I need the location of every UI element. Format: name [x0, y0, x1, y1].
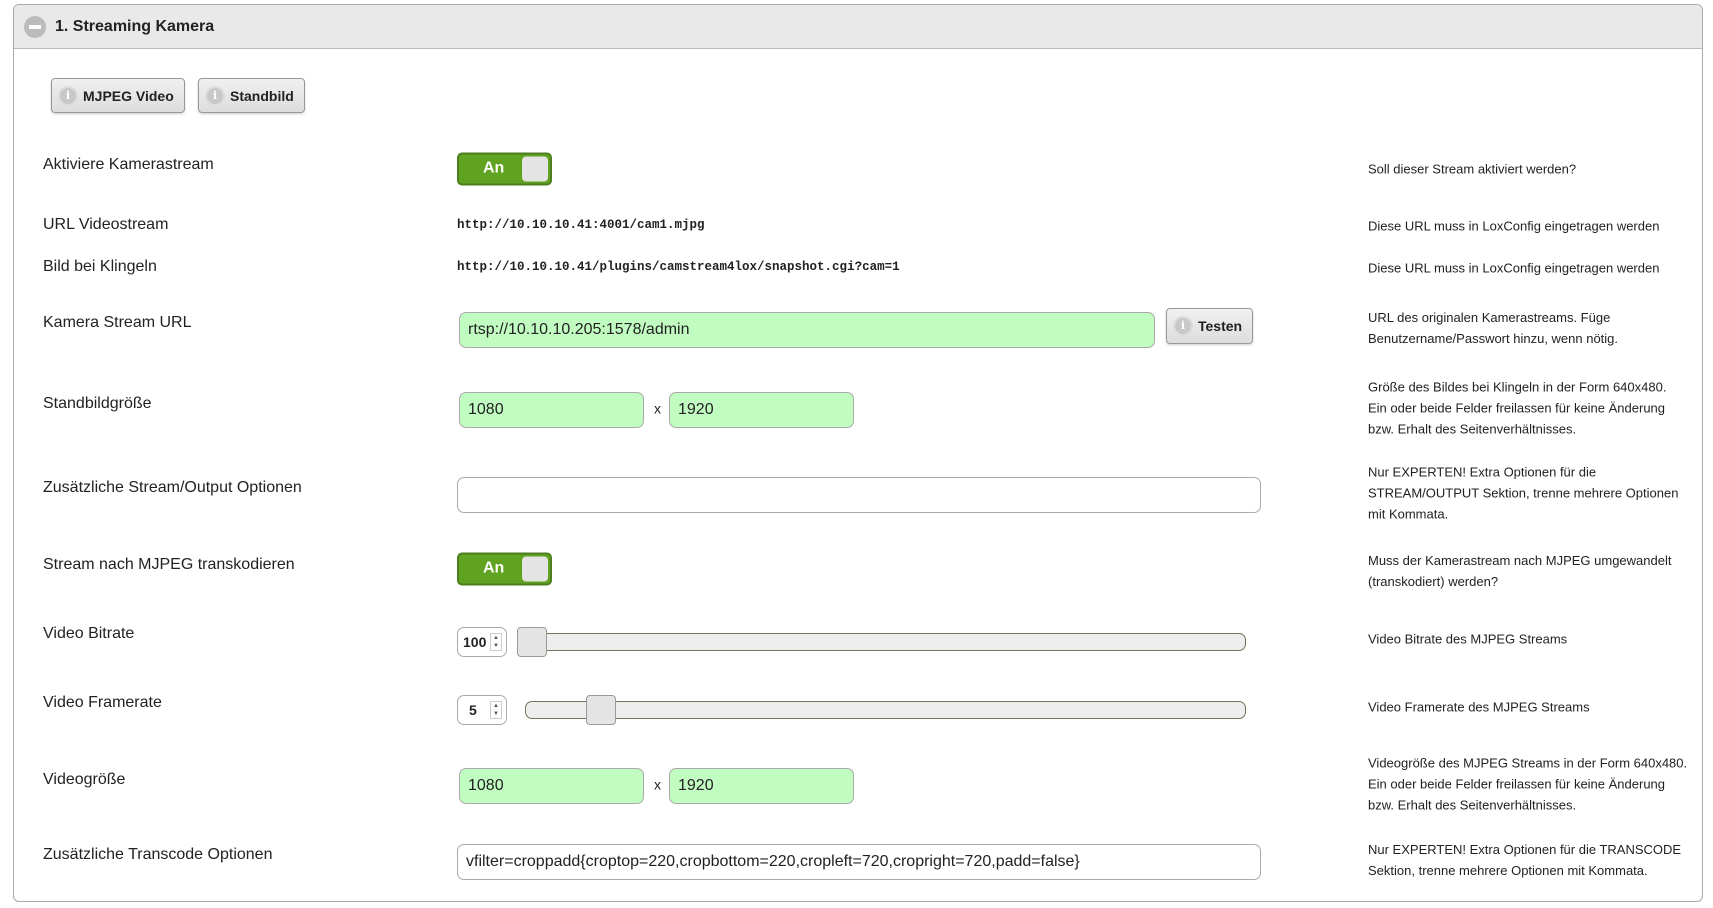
help-stream-opts: Nur EXPERTEN! Extra Optionen für die STR…: [1368, 464, 1679, 522]
activate-toggle[interactable]: An: [457, 152, 552, 186]
info-icon: i: [205, 85, 225, 106]
spinner-icon[interactable]: ▲ ▼: [490, 633, 502, 651]
standbild-button[interactable]: i Standbild: [198, 78, 305, 113]
label-cam-url: Kamera Stream URL: [43, 314, 192, 331]
size-separator: x: [654, 400, 661, 417]
label-video-size: Videogröße: [43, 771, 126, 788]
label-framerate: Video Framerate: [43, 694, 162, 711]
video-height-input[interactable]: 1920: [669, 768, 854, 804]
help-still-size: Größe des Bildes bei Klingeln in der For…: [1368, 379, 1667, 437]
testen-button[interactable]: i Testen: [1166, 308, 1254, 344]
info-icon: i: [1173, 316, 1193, 336]
bitrate-value: 100: [463, 634, 487, 650]
framerate-slider[interactable]: [525, 695, 1246, 725]
toggle-knob: [522, 556, 548, 582]
help-video-size: Videogröße des MJPEG Streams in der Form…: [1368, 755, 1688, 813]
slider-handle[interactable]: [586, 695, 616, 725]
still-height-input[interactable]: 1920: [669, 392, 854, 428]
toggle-knob: [522, 156, 548, 182]
video-width-input[interactable]: 1080: [459, 768, 644, 804]
help-bell: Diese URL muss in LoxConfig eingetragen …: [1368, 260, 1660, 276]
bell-url-value: http://10.10.10.41/plugins/camstream4lox…: [457, 260, 900, 274]
transcode-options-input[interactable]: vfilter=croppadd{croptop=220,cropbottom=…: [457, 844, 1261, 880]
label-bell: Bild bei Klingeln: [43, 258, 157, 275]
framerate-number-input[interactable]: 5 ▲ ▼: [457, 695, 507, 725]
panel-header[interactable]: 1. Streaming Kamera: [14, 5, 1702, 49]
label-url-video: URL Videostream: [43, 216, 169, 233]
toggle-label: An: [483, 159, 505, 177]
help-framerate: Video Framerate des MJPEG Streams: [1368, 699, 1590, 715]
help-activate: Soll dieser Stream aktiviert werden?: [1368, 161, 1577, 177]
stream-options-input[interactable]: [457, 477, 1261, 513]
label-activate: Aktiviere Kamerastream: [43, 156, 214, 173]
button-label: Standbild: [230, 87, 294, 104]
help-bitrate: Video Bitrate des MJPEG Streams: [1368, 631, 1568, 647]
transcode-toggle[interactable]: An: [457, 552, 552, 586]
still-width-input[interactable]: 1080: [459, 392, 644, 428]
info-icon: i: [58, 85, 78, 106]
section-title: 1. Streaming Kamera: [55, 18, 215, 35]
label-still-size: Standbildgröße: [43, 395, 152, 412]
help-cam-url: URL des originalen Kamerastreams. Füge B…: [1368, 310, 1619, 346]
streaming-camera-panel: 1. Streaming Kamera i MJPEG Video i Standb…: [13, 4, 1703, 902]
url-video-value: http://10.10.10.41:4001/cam1.mjpg: [457, 218, 705, 232]
mjpeg-video-button[interactable]: i MJPEG Video: [51, 78, 185, 113]
framerate-value: 5: [469, 702, 477, 718]
help-transcode-opts: Nur EXPERTEN! Extra Optionen für die TRA…: [1368, 842, 1682, 878]
label-transcode: Stream nach MJPEG transkodieren: [43, 556, 295, 573]
camera-stream-url-input[interactable]: rtsp://10.10.10.205:1578/admin: [459, 312, 1155, 348]
label-transcode-opts: Zusätzliche Transcode Optionen: [43, 846, 273, 863]
label-bitrate: Video Bitrate: [43, 625, 135, 642]
button-label: Testen: [1198, 318, 1243, 334]
toggle-label: An: [483, 559, 505, 577]
spinner-icon[interactable]: ▲ ▼: [490, 701, 502, 719]
help-transcode: Muss der Kamerastream nach MJPEG umgewan…: [1368, 553, 1672, 589]
label-stream-opts: Zusätzliche Stream/Output Optionen: [43, 479, 302, 496]
bitrate-slider[interactable]: [517, 627, 1246, 657]
size-separator: x: [654, 776, 661, 793]
button-label: MJPEG Video: [83, 87, 174, 104]
collapse-icon[interactable]: [24, 16, 46, 38]
help-url-video: Diese URL muss in LoxConfig eingetragen …: [1368, 218, 1660, 234]
slider-handle[interactable]: [517, 627, 547, 657]
bitrate-number-input[interactable]: 100 ▲ ▼: [457, 627, 507, 657]
